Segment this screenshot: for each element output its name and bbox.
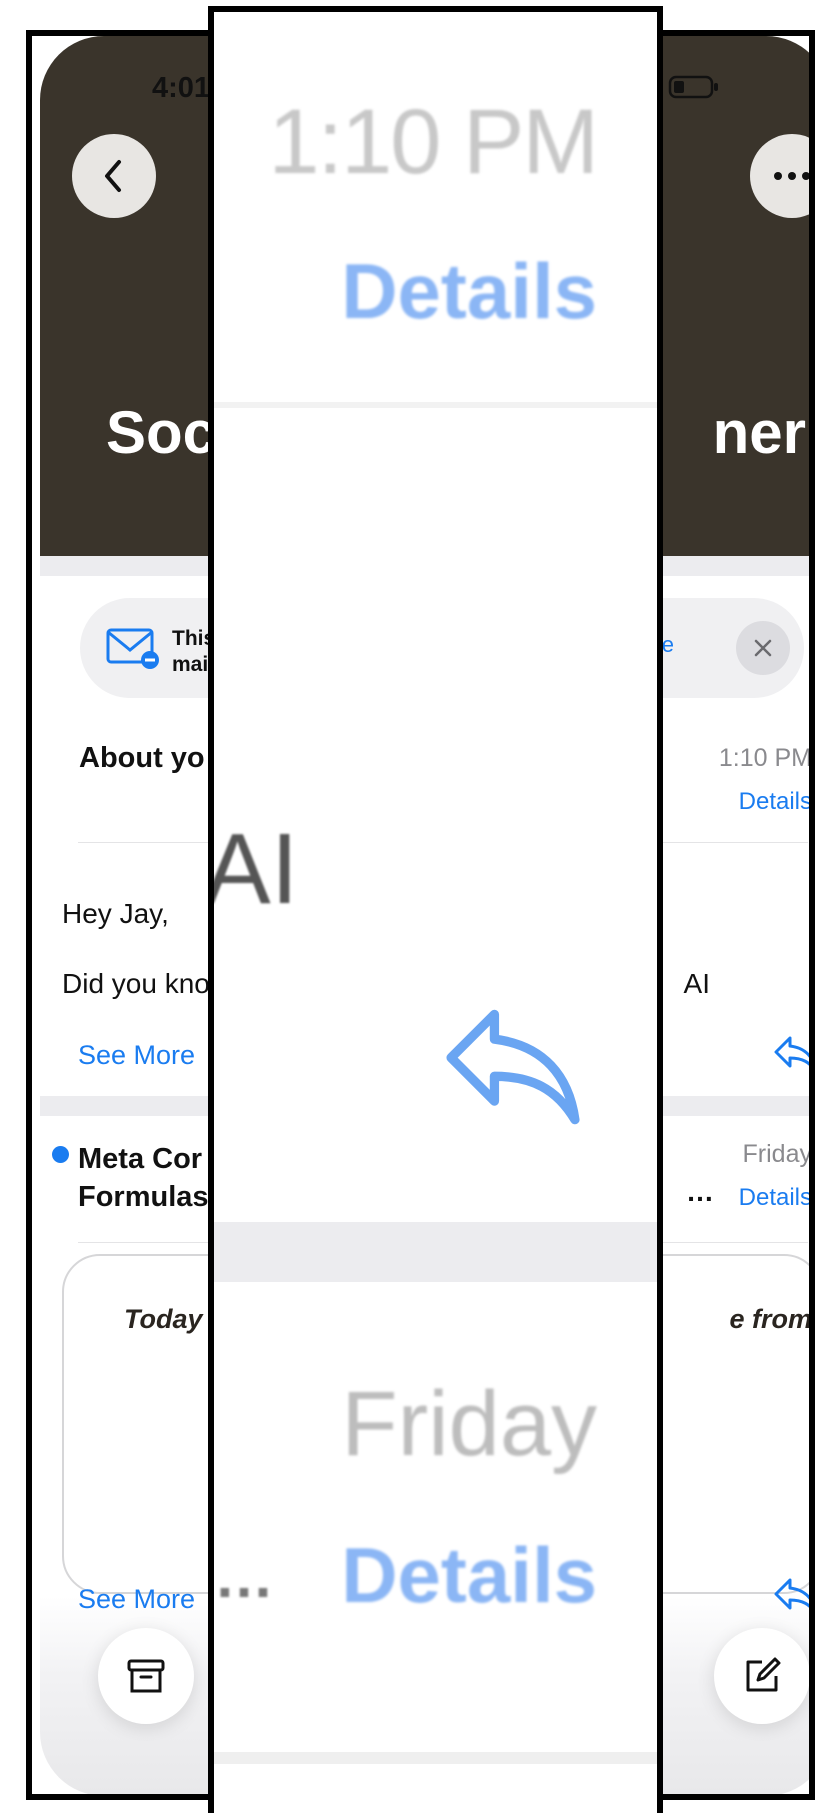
magnifier-overlay: 1:10 PM Details AI Friday … Details [208,6,663,1813]
email-body: Did you kno [62,968,210,999]
mail-unsubscribe-icon [106,624,160,675]
reply-icon[interactable] [772,1034,809,1081]
archive-button[interactable] [98,1628,194,1724]
unread-indicator [52,1146,69,1163]
details-link[interactable]: Details [739,1184,809,1212]
archive-icon [127,1659,165,1693]
more-icon [774,172,809,180]
magnified-ellipsis: … [214,1543,274,1610]
back-button[interactable] [72,134,156,218]
magnified-day: Friday [341,1373,597,1475]
email-subject[interactable]: About yo [79,742,205,775]
card-text-right: e from [729,1304,812,1334]
battery-icon [668,74,720,105]
compose-icon [746,1657,781,1692]
close-icon [754,639,772,657]
page-title-right: ner [712,399,806,466]
magnified-divider [214,1752,657,1764]
compose-button[interactable] [714,1628,809,1724]
email-time: 1:10 PM [718,744,812,772]
back-chevron-icon [105,160,121,192]
banner-close-button[interactable] [736,621,790,675]
email-body-tail: AI [683,968,710,999]
magnified-details-link: Details [341,1531,597,1619]
details-link[interactable]: Details [739,788,809,816]
card-text-left: Today [124,1304,203,1334]
magnified-ai-text: AI [208,813,299,925]
more-button[interactable] [750,134,809,218]
magnified-divider [214,402,657,408]
magnified-time: 1:10 PM [268,91,599,193]
see-more-link[interactable]: See More [78,1584,195,1615]
magnified-details-link: Details [341,247,597,335]
magnified-divider [214,1222,657,1282]
email-sender[interactable]: Meta Cor Formulas [78,1140,209,1216]
page-title-left: Soc [106,399,217,466]
magnified-reply-icon [438,1002,588,1137]
ellipsis: … [686,1176,714,1207]
email-time: Friday [742,1140,812,1168]
see-more-link[interactable]: See More [78,1040,195,1071]
reply-icon[interactable] [772,1576,809,1623]
status-time: 4:01 [152,72,211,104]
email-greeting: Hey Jay, [62,898,169,929]
